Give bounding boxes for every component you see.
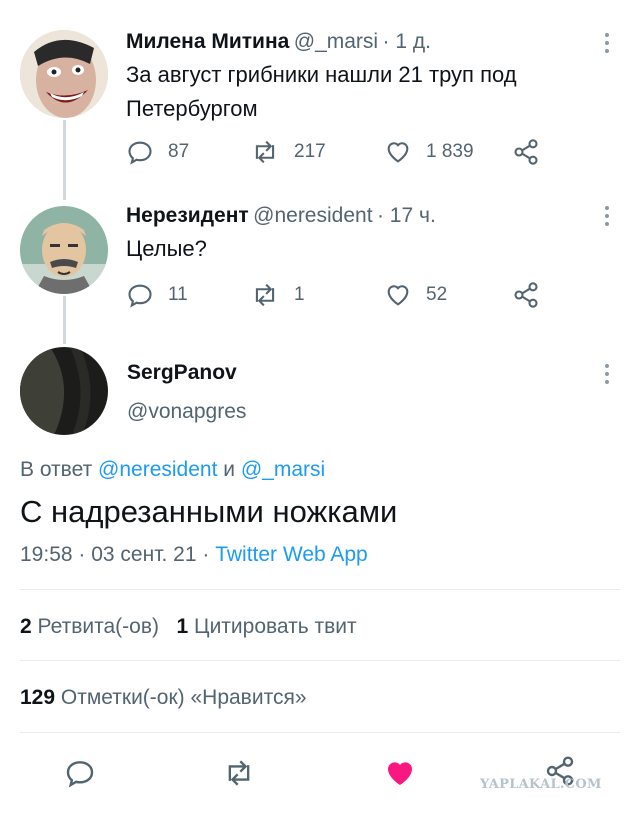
likes-stat[interactable]: 129 Отметки(-ок) «Нравится» xyxy=(20,686,307,710)
like-button[interactable] xyxy=(383,757,417,794)
tweet-time[interactable]: · 17 ч. xyxy=(377,204,436,227)
main-tweet-text: С надрезанными ножками xyxy=(20,494,398,529)
retweet-button[interactable]: 217 xyxy=(250,138,326,166)
avatar[interactable] xyxy=(20,206,108,294)
retweets-stat[interactable]: 2 Ретвита(-ов) xyxy=(20,615,159,638)
watermark: YAPLAKAL.COM xyxy=(480,777,602,792)
retweet-button[interactable] xyxy=(222,757,256,794)
author-handle[interactable]: @vonapgres xyxy=(127,400,246,424)
share-icon xyxy=(514,139,538,165)
retweet-quote-stats: 2 Ретвита(-ов) 1 Цитировать твит xyxy=(20,615,357,639)
retweet-icon xyxy=(255,283,275,307)
retweet-icon xyxy=(228,760,250,786)
reply-to-user-link[interactable]: @_marsi xyxy=(241,458,325,481)
quotes-stat[interactable]: 1 Цитировать твит xyxy=(177,615,357,638)
avatar-image xyxy=(20,30,108,118)
tweet-text-line: Петербургом xyxy=(126,96,258,121)
reply-icon xyxy=(128,141,152,165)
like-button[interactable]: 1 839 xyxy=(384,138,474,166)
reply-to-prefix: В ответ xyxy=(20,458,93,481)
quotes-count: 1 xyxy=(176,615,189,638)
reply-button[interactable]: 87 xyxy=(126,138,189,166)
like-count: 1 839 xyxy=(426,141,474,162)
avatar-image xyxy=(20,347,108,435)
heart-icon xyxy=(387,285,409,306)
reply-context: В ответ @neresident и @_marsi xyxy=(20,458,325,482)
heart-icon xyxy=(387,142,409,163)
avatar[interactable] xyxy=(20,347,108,435)
tweet-time[interactable]: · 1 д. xyxy=(383,30,431,53)
tweet-header: Нерезидент @neresident · 17 ч. xyxy=(126,204,436,228)
thread-line xyxy=(63,296,66,344)
reply-button[interactable]: 11 xyxy=(126,281,188,309)
reply-count: 11 xyxy=(168,284,188,305)
more-options-icon[interactable] xyxy=(605,364,609,388)
retweet-count: 1 xyxy=(294,284,305,305)
reply-button[interactable] xyxy=(64,757,96,794)
divider xyxy=(20,660,620,661)
tweet-time[interactable]: 19:58 xyxy=(20,543,73,566)
thread-line xyxy=(63,120,66,200)
retweets-count: 2 xyxy=(20,615,32,638)
share-icon xyxy=(514,282,538,308)
avatar[interactable] xyxy=(20,30,108,118)
author-name[interactable]: SergPanov xyxy=(127,361,237,385)
author-name[interactable]: Нерезидент xyxy=(126,204,249,227)
author-handle[interactable]: @_marsi xyxy=(294,30,378,53)
retweets-label: Ретвита(-ов) xyxy=(37,615,159,638)
tweet-text-line: За август грибники нашли 21 труп под xyxy=(126,62,517,87)
reply-to-user-link[interactable]: @neresident xyxy=(98,458,217,481)
tweet-source-link[interactable]: Twitter Web App xyxy=(215,543,368,566)
heart-filled-icon xyxy=(388,762,412,785)
likes-label: Отметки(-ок) «Нравится» xyxy=(60,686,307,709)
share-button[interactable] xyxy=(512,281,554,309)
reply-to-and: и xyxy=(223,458,236,481)
reply-icon xyxy=(128,284,152,308)
divider xyxy=(20,732,620,733)
retweet-icon xyxy=(255,140,275,164)
tweet-header: Милена Митина @_marsi · 1 д. xyxy=(126,30,431,54)
tweet-timestamp: 19:58 · 03 сент. 21 · Twitter Web App xyxy=(20,543,368,567)
tweet-text: Целые? xyxy=(126,232,207,266)
tweet-date[interactable]: · 03 сент. 21 · xyxy=(78,543,209,566)
retweet-button[interactable]: 1 xyxy=(250,281,305,309)
more-options-icon[interactable] xyxy=(605,33,609,57)
share-button[interactable] xyxy=(512,138,554,166)
reply-count: 87 xyxy=(168,141,190,162)
like-button[interactable]: 52 xyxy=(384,281,447,309)
author-handle[interactable]: @neresident xyxy=(253,204,372,227)
tweet-text-line: Целые? xyxy=(126,236,207,261)
quotes-label: Цитировать твит xyxy=(194,615,357,638)
avatar-image xyxy=(20,206,108,294)
author-name[interactable]: Милена Митина xyxy=(126,30,289,53)
reply-icon xyxy=(66,761,94,788)
divider xyxy=(20,589,620,590)
retweet-count: 217 xyxy=(294,141,326,162)
tweet-text: За август грибники нашли 21 труп под Пет… xyxy=(126,58,517,126)
likes-count: 129 xyxy=(20,686,56,709)
more-options-icon[interactable] xyxy=(605,206,609,230)
like-count: 52 xyxy=(426,284,448,305)
